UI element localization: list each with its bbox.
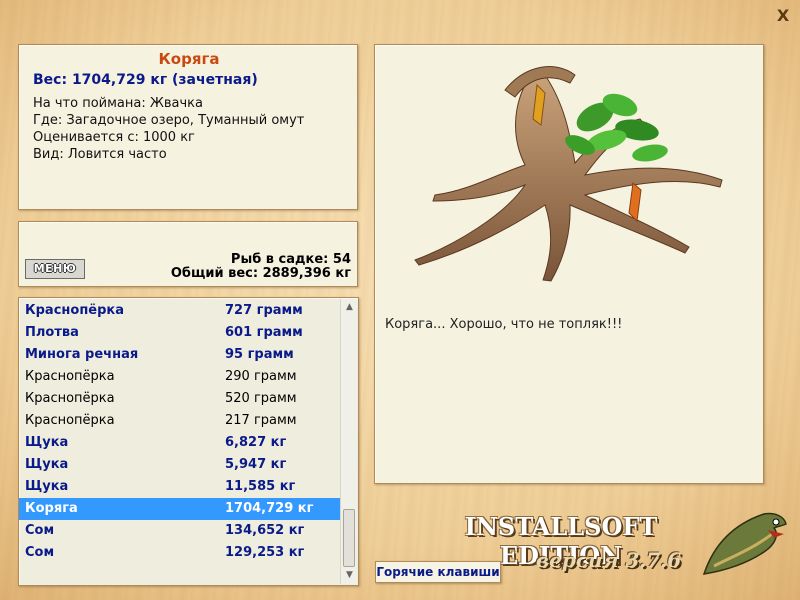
list-item[interactable]: Плотва 601 грамм [19,322,341,344]
catch-name: Коряга [25,501,78,516]
version-label: версия 3.7.6 [536,548,682,572]
list-item[interactable]: Краснопёрка 290 грамм [19,366,341,388]
snag-image [414,66,723,282]
menu-button[interactable]: МЕНЮ [25,259,85,279]
catch-caption: Коряга... Хорошо, что не топляк!!! [385,317,623,332]
scroll-up-icon[interactable]: ▲ [341,299,358,316]
catch-name: Плотва [25,325,79,340]
catch-list: Краснопёрка 727 грамм Плотва 601 грамм Миног… [19,300,341,564]
fish-bait: На что поймана: Жвачка [33,96,203,111]
catch-name: Минога речная [25,347,139,362]
catch-name: Краснопёрка [25,413,115,428]
total-weight: Общий вес: 2889,396 кг [170,266,351,281]
catch-name: Краснопёрка [25,303,125,318]
catch-weight: 129,253 кг [225,545,305,560]
catch-weight: 11,585 кг [225,479,296,494]
catch-name: Краснопёрка [25,369,115,384]
pike-logo-icon [702,512,787,575]
list-item[interactable]: Щука 11,585 кг [19,476,341,498]
list-item[interactable]: Щука 6,827 кг [19,432,341,454]
hotkeys-button[interactable]: Горячие клавиши [375,561,501,583]
scroll-down-icon[interactable]: ▼ [341,567,358,584]
catch-name: Краснопёрка [25,391,115,406]
catch-weight: 134,652 кг [225,523,305,538]
catch-weight: 601 грамм [225,325,303,340]
catch-weight: 520 грамм [225,391,297,406]
catch-name: Щука [25,435,69,450]
list-item[interactable]: Краснопёрка 520 грамм [19,388,341,410]
list-item[interactable]: Сом 134,652 кг [19,520,341,542]
list-item[interactable]: Коряга 1704,729 кг [19,498,341,520]
fish-weight: Вес: 1704,729 кг (зачетная) [33,72,258,88]
catch-list-panel: Краснопёрка 727 грамм Плотва 601 грамм Миног… [18,297,359,586]
list-item[interactable]: Минога речная 95 грамм [19,344,341,366]
catch-stats-panel: МЕНЮ Рыб в садке: 54 Общий вес: 2889,396… [18,221,358,287]
catch-name: Сом [25,545,55,560]
close-button[interactable]: X [774,7,792,25]
fish-kind: Вид: Ловится часто [33,147,167,162]
catch-weight: 217 грамм [225,413,297,428]
list-item[interactable]: Сом 129,253 кг [19,542,341,564]
fish-count: Рыб в садке: 54 [230,252,351,267]
catch-weight: 5,947 кг [225,457,287,472]
fish-location: Где: Загадочное озеро, Туманный омут [33,113,305,128]
list-item[interactable]: Щука 5,947 кг [19,454,341,476]
catch-weight: 95 грамм [225,347,294,362]
fish-info-panel: Коряга Вес: 1704,729 кг (зачетная) На чт… [18,44,358,210]
catch-weight: 6,827 кг [225,435,287,450]
catch-image-panel: Коряга... Хорошо, что не топляк!!! [374,44,764,484]
list-scrollbar[interactable]: ▲ ▼ [340,299,357,584]
catch-name: Щука [25,457,69,472]
scrollbar-thumb[interactable] [343,509,355,567]
list-item[interactable]: Краснопёрка 217 грамм [19,410,341,432]
catch-name: Сом [25,523,55,538]
fish-rated-from: Оценивается с: 1000 кг [33,130,195,145]
catch-name: Щука [25,479,69,494]
fish-name: Коряга [158,50,220,68]
catch-weight: 1704,729 кг [225,501,314,516]
catch-weight: 290 грамм [225,369,297,384]
list-item[interactable]: Краснопёрка 727 грамм [19,300,341,322]
catch-weight: 727 грамм [225,303,303,318]
